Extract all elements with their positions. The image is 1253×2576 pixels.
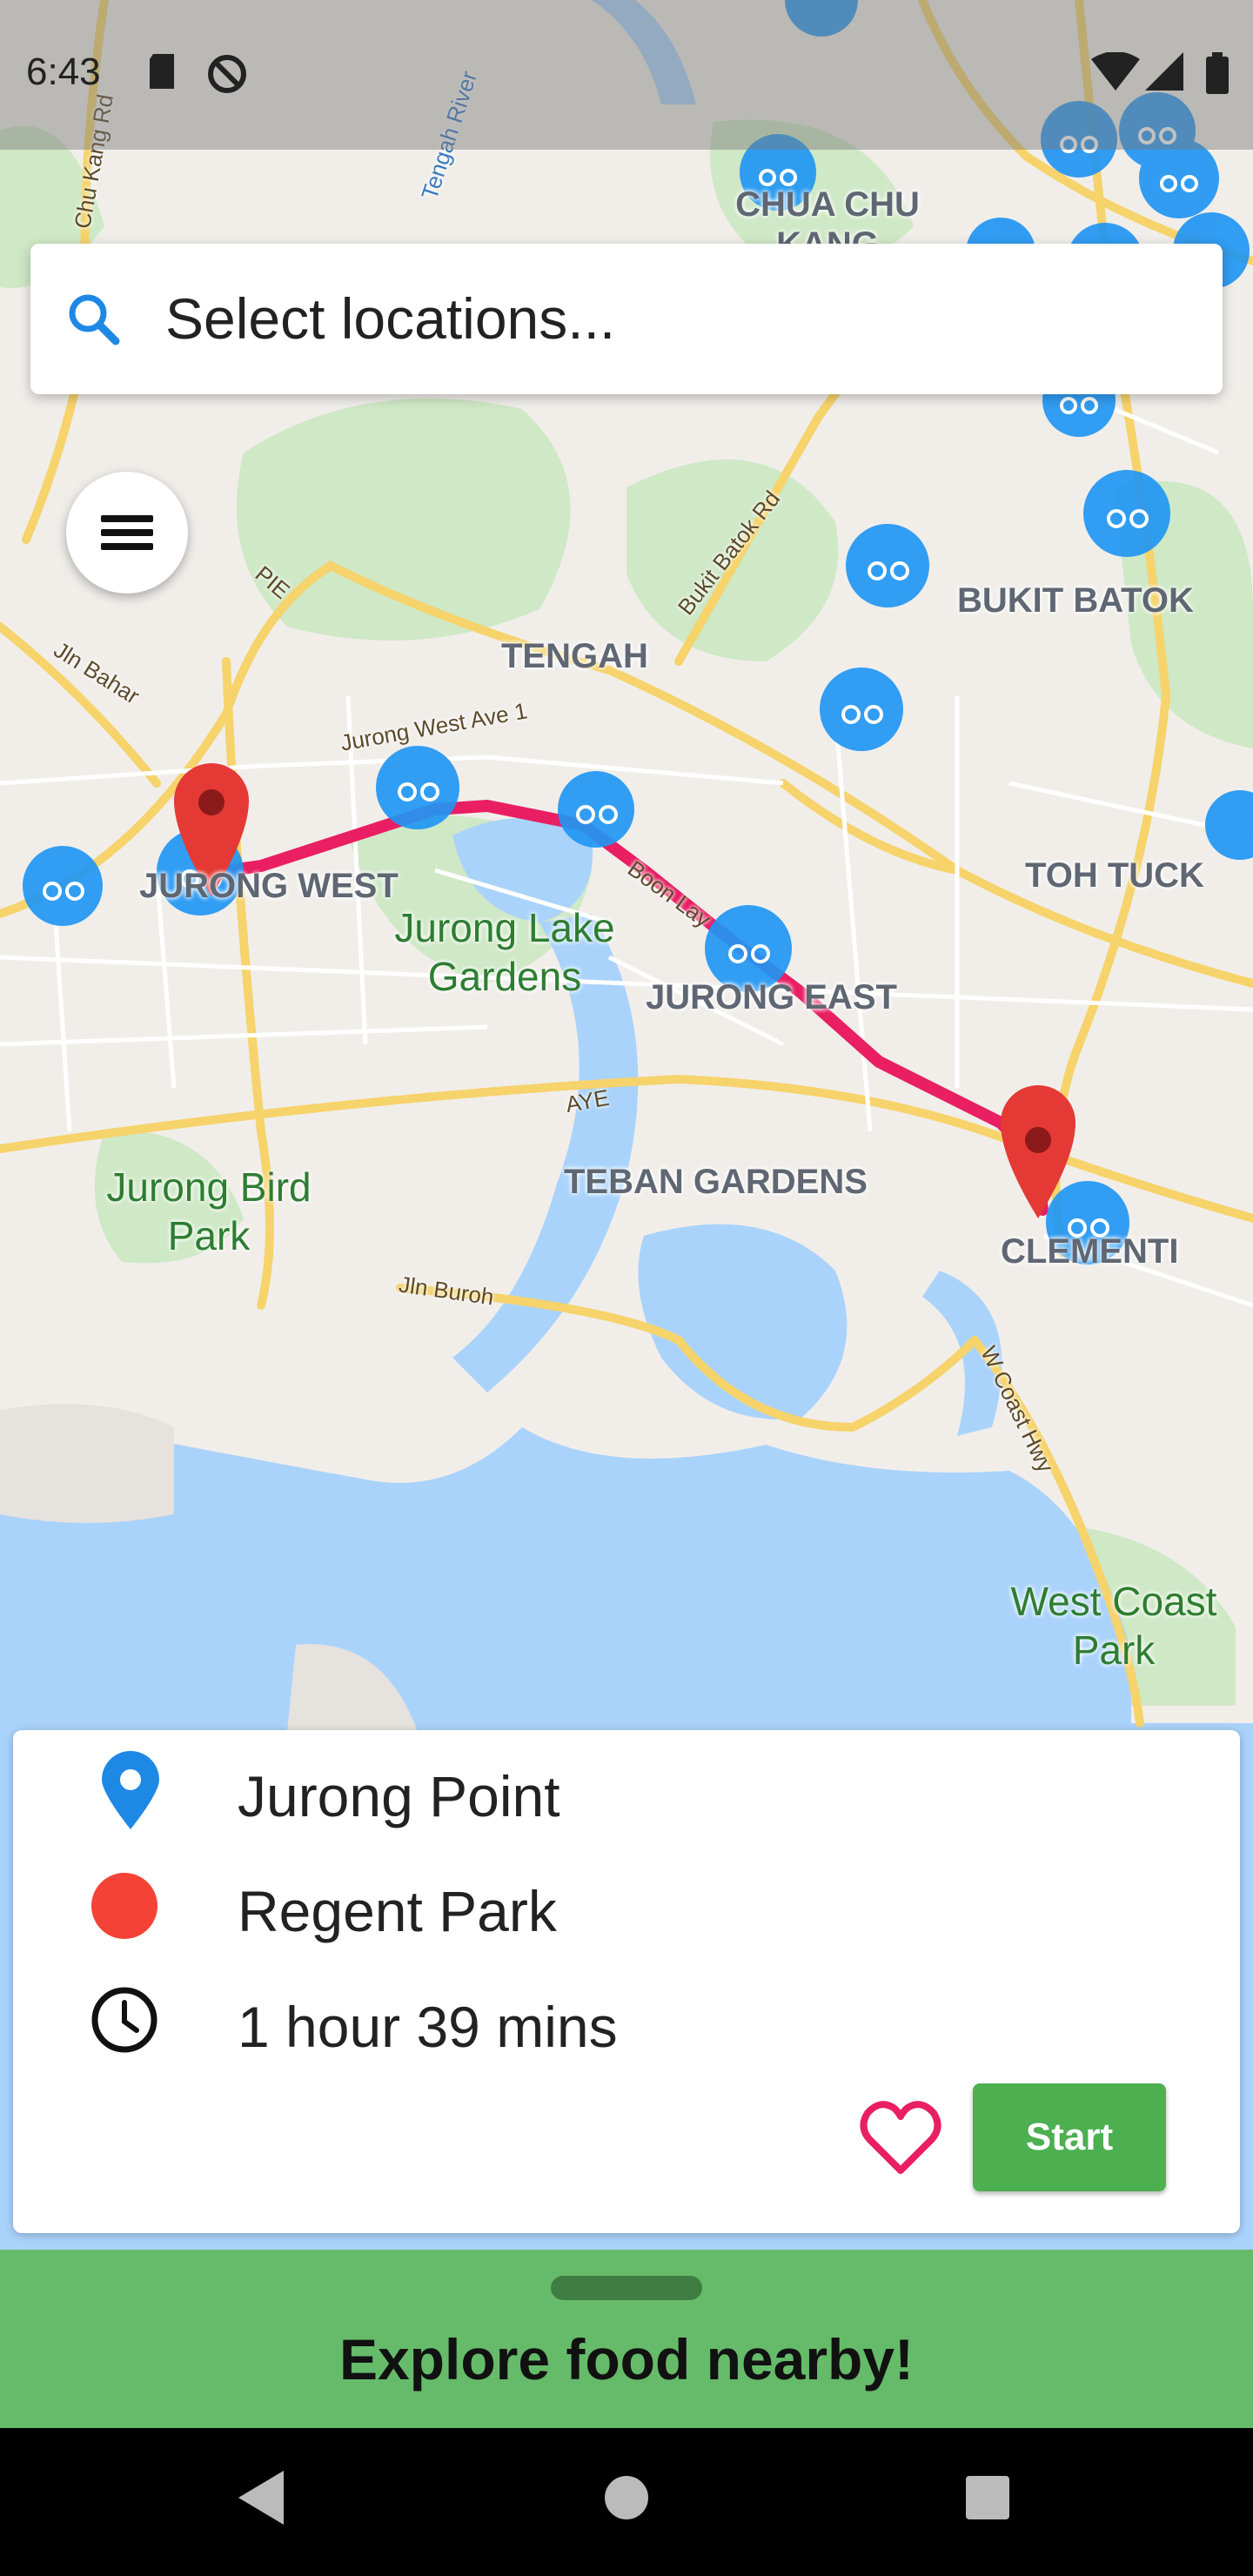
origin-row: Jurong Point — [13, 1748, 1240, 1835]
map-label-toh-tuck: TOH TUCK — [1025, 856, 1204, 895]
back-button[interactable] — [235, 2467, 287, 2532]
map-label-teban-gardens: TEBAN GARDENS — [564, 1163, 868, 1201]
status-bar: 6:43 — [0, 0, 1253, 150]
clock-icon — [90, 1985, 159, 2059]
system-nav-bar — [0, 2428, 1253, 2576]
location-search-bar[interactable]: Select locations... — [30, 244, 1223, 394]
wifi-icon — [1091, 51, 1140, 95]
duration-text: 1 hour 39 mins — [238, 1995, 618, 2059]
destination-dot-icon — [90, 1871, 159, 1945]
route-info-card: Jurong Point Regent Park 1 hour 39 mins … — [13, 1730, 1240, 2233]
food-bottom-sheet[interactable]: Explore food nearby! — [0, 2250, 1253, 2428]
search-icon — [64, 289, 124, 354]
recents-button[interactable] — [964, 2467, 1016, 2532]
map-label-jurong-bird-park: Jurong Bird Park — [106, 1164, 312, 1258]
start-button[interactable]: Start — [973, 2083, 1166, 2191]
search-placeholder: Select locations... — [165, 286, 616, 351]
map-label-west-coast-park: West Coast Park — [1010, 1579, 1217, 1673]
destination-name: Regent Park — [238, 1879, 557, 1943]
cell-signal-icon — [1145, 52, 1183, 95]
drag-handle[interactable] — [551, 2276, 702, 2300]
battery-icon — [1204, 52, 1230, 98]
map-label-jurong-west: JURONG WEST — [139, 867, 399, 905]
home-button[interactable] — [602, 2467, 654, 2532]
destination-row: Regent Park — [13, 1862, 1240, 1949]
map-label-jurong-lake-gardens: Jurong Lake Gardens — [394, 905, 615, 999]
menu-button[interactable] — [66, 472, 188, 594]
location-pin-icon — [100, 1751, 161, 1835]
sd-card-icon — [144, 52, 179, 95]
bottom-sheet-title: Explore food nearby! — [338, 2327, 915, 2392]
map-label-jurong-east: JURONG EAST — [646, 978, 897, 1016]
map-label-tengah: TENGAH — [501, 637, 648, 675]
heart-icon — [860, 2101, 941, 2174]
map-label-clementi: CLEMENTI — [1001, 1232, 1179, 1271]
favorite-button[interactable] — [857, 2094, 944, 2181]
do-not-disturb-icon — [205, 52, 249, 100]
map-label-bukit-batok: BUKIT BATOK — [957, 581, 1194, 620]
status-time: 6:43 — [26, 50, 101, 93]
origin-name: Jurong Point — [238, 1764, 560, 1828]
duration-row: 1 hour 39 mins — [13, 1978, 1240, 2065]
